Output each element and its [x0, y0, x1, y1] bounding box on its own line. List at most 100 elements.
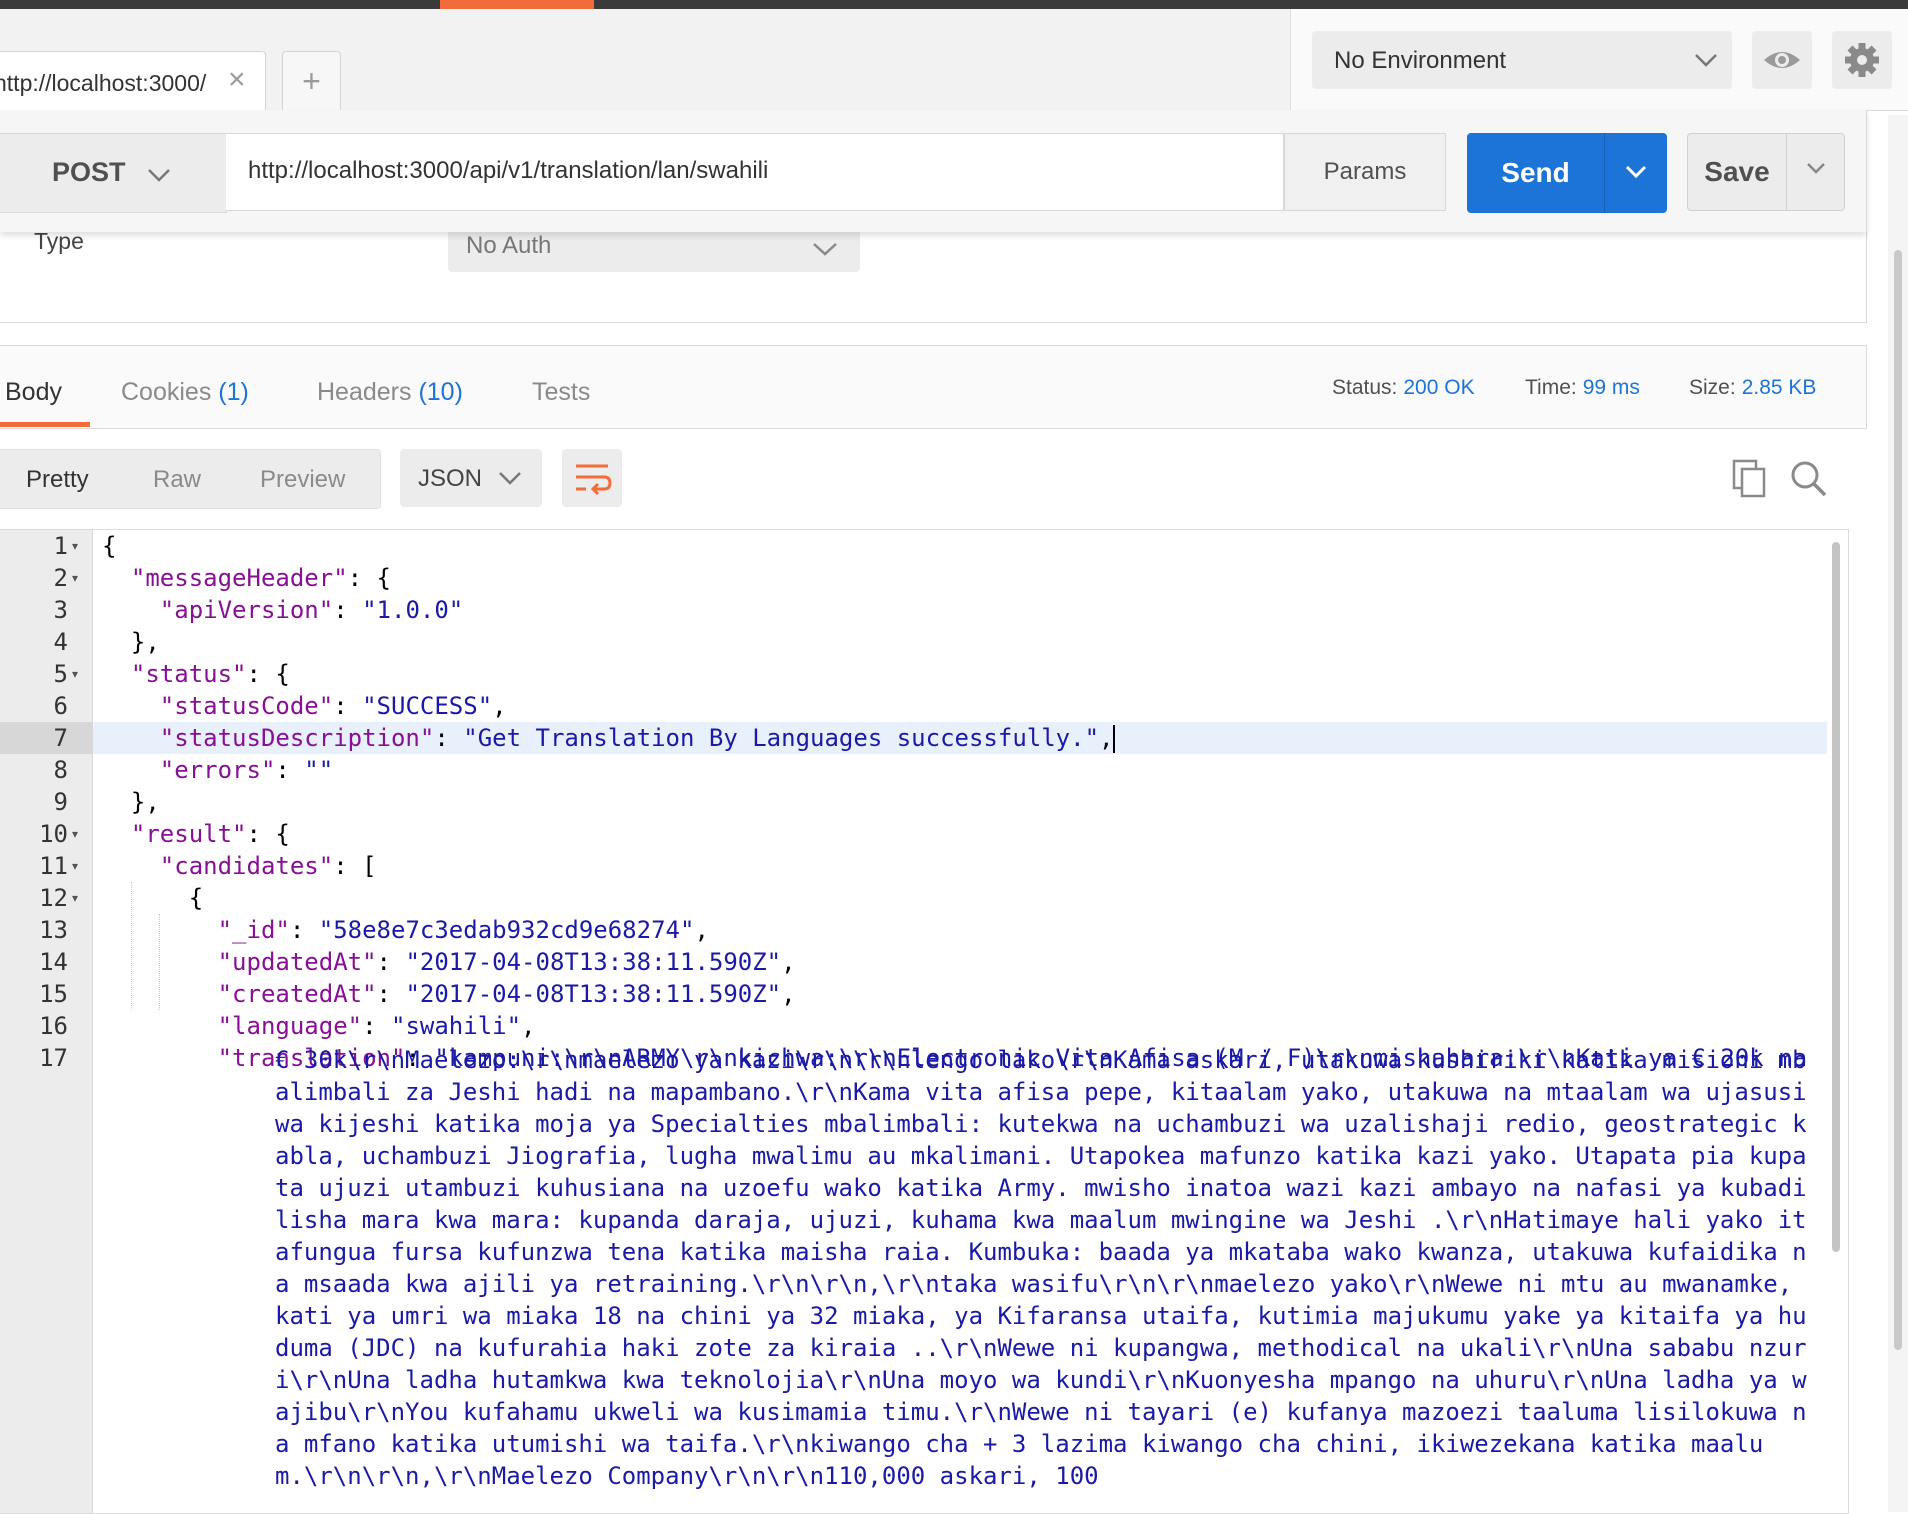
- chevron-down-icon: [1625, 165, 1647, 179]
- method-select[interactable]: POST: [0, 133, 227, 213]
- code-line: "apiVersion": "1.0.0": [102, 594, 463, 626]
- json-key: "candidates": [159, 852, 334, 880]
- json-punct: :: [289, 916, 319, 944]
- line-number: 7: [53, 724, 68, 752]
- chevron-down-icon: [813, 243, 837, 256]
- json-punct: :: [275, 756, 305, 784]
- status-label: Status:: [1332, 376, 1398, 399]
- tab-body[interactable]: Body: [5, 378, 62, 407]
- language-select[interactable]: JSON: [400, 449, 542, 507]
- auth-type-select[interactable]: No Auth: [448, 226, 860, 272]
- fold-toggle-icon[interactable]: ▾: [72, 882, 84, 914]
- json-key: "createdAt": [217, 980, 377, 1008]
- search-icon[interactable]: [1788, 458, 1830, 500]
- code-line: "messageHeader": {: [102, 562, 391, 594]
- fold-toggle-icon[interactable]: ▾: [72, 818, 84, 850]
- new-tab-button[interactable]: +: [282, 51, 341, 111]
- chevron-down-icon: [1807, 163, 1825, 174]
- preview-button[interactable]: Preview: [260, 466, 345, 494]
- window-scrollbar-thumb[interactable]: [1894, 250, 1902, 1350]
- params-button[interactable]: Params: [1284, 133, 1446, 211]
- pretty-button[interactable]: Pretty: [26, 466, 89, 494]
- line-number: 3: [53, 596, 68, 624]
- save-label: Save: [1704, 156, 1770, 187]
- json-string: "": [304, 756, 334, 784]
- request-tab[interactable]: http://localhost:3000/ ×: [0, 51, 266, 111]
- json-key: "result": [130, 820, 247, 848]
- json-punct: },: [130, 788, 160, 816]
- method-label: POST: [52, 157, 126, 187]
- line-number: 6: [53, 692, 68, 720]
- chevron-down-icon: [1695, 54, 1717, 67]
- code-line: "statusCode": "SUCCESS",: [102, 690, 507, 722]
- fold-toggle-icon[interactable]: ▾: [72, 530, 84, 562]
- line-number: 1: [53, 532, 68, 560]
- tab-cookies-label: Cookies: [121, 378, 212, 406]
- editor-scrollbar-thumb[interactable]: [1832, 542, 1840, 1252]
- fold-toggle-icon[interactable]: ▾: [72, 658, 84, 690]
- line-number: 2: [53, 564, 68, 592]
- line-number: 14: [39, 948, 68, 976]
- gear-icon: [1845, 43, 1879, 77]
- size-readout: Size: 2.85 KB: [1689, 376, 1816, 400]
- json-punct: : {: [246, 820, 290, 848]
- headers-count: (10): [418, 378, 463, 406]
- code-line: "_id": "58e8e7c3edab932cd9e68274",: [102, 914, 709, 946]
- json-string: "1.0.0": [362, 596, 464, 624]
- tab-tests[interactable]: Tests: [532, 378, 590, 407]
- tab-headers[interactable]: Headers (10): [317, 378, 463, 407]
- json-punct: {: [188, 884, 204, 912]
- send-button[interactable]: Send: [1467, 133, 1667, 213]
- json-string: "SUCCESS": [362, 692, 493, 720]
- chevron-down-icon: [499, 472, 521, 485]
- line-number: 11: [39, 852, 68, 880]
- json-key: "messageHeader": [130, 564, 348, 592]
- language-label: JSON: [418, 465, 483, 492]
- environment-quick-look-button[interactable]: [1752, 31, 1812, 89]
- send-label: Send: [1501, 157, 1570, 188]
- settings-button[interactable]: [1832, 31, 1892, 89]
- time-value: 99 ms: [1582, 376, 1640, 399]
- json-string: "Get Translation By Languages successful…: [463, 724, 1100, 752]
- json-string: "2017-04-08T13:38:11.590Z": [405, 948, 782, 976]
- code-line: "createdAt": "2017-04-08T13:38:11.590Z",: [102, 978, 796, 1010]
- indent-guide: [131, 882, 132, 1010]
- line-number: 16: [39, 1012, 68, 1040]
- save-button[interactable]: Save: [1687, 133, 1845, 211]
- json-key: "apiVersion": [159, 596, 334, 624]
- json-punct: : {: [246, 660, 290, 688]
- url-input[interactable]: http://localhost:3000/api/v1/translation…: [226, 133, 1284, 211]
- tab-cookies[interactable]: Cookies (1): [121, 378, 249, 407]
- json-key: "status": [130, 660, 247, 688]
- json-punct: :: [333, 596, 363, 624]
- fold-toggle-icon[interactable]: ▾: [72, 850, 84, 882]
- response-tab-bar: Body Cookies (1) Headers (10) Tests Stat…: [0, 345, 1867, 429]
- json-punct: {: [102, 532, 117, 560]
- line-number: 12: [39, 884, 68, 912]
- json-punct: :: [376, 980, 406, 1008]
- line-number: 17: [39, 1044, 68, 1072]
- line-number: 10: [39, 820, 68, 848]
- view-mode-group: Pretty Raw Preview: [0, 449, 381, 509]
- json-punct: ,: [1099, 724, 1114, 752]
- close-icon[interactable]: ×: [228, 63, 246, 97]
- send-options-button[interactable]: [1604, 133, 1668, 213]
- line-number: 4: [53, 628, 68, 656]
- line-number: 8: [53, 756, 68, 784]
- wrap-lines-button[interactable]: [562, 449, 622, 507]
- chevron-down-icon: [148, 169, 170, 182]
- environment-select[interactable]: No Environment: [1312, 31, 1732, 89]
- code-line: "result": {: [102, 818, 290, 850]
- save-options-button[interactable]: [1786, 134, 1845, 210]
- raw-button[interactable]: Raw: [153, 466, 201, 494]
- copy-icon[interactable]: [1730, 458, 1770, 500]
- code-line: },: [102, 626, 160, 658]
- fold-toggle-icon[interactable]: ▾: [72, 562, 84, 594]
- cookies-count: (1): [218, 378, 249, 406]
- code-line: "errors": "": [102, 754, 333, 786]
- translation-value-continued: € 30k\r\nMaelezo:\r\nmaelezo ya kazi\r\n…: [275, 1046, 1822, 1490]
